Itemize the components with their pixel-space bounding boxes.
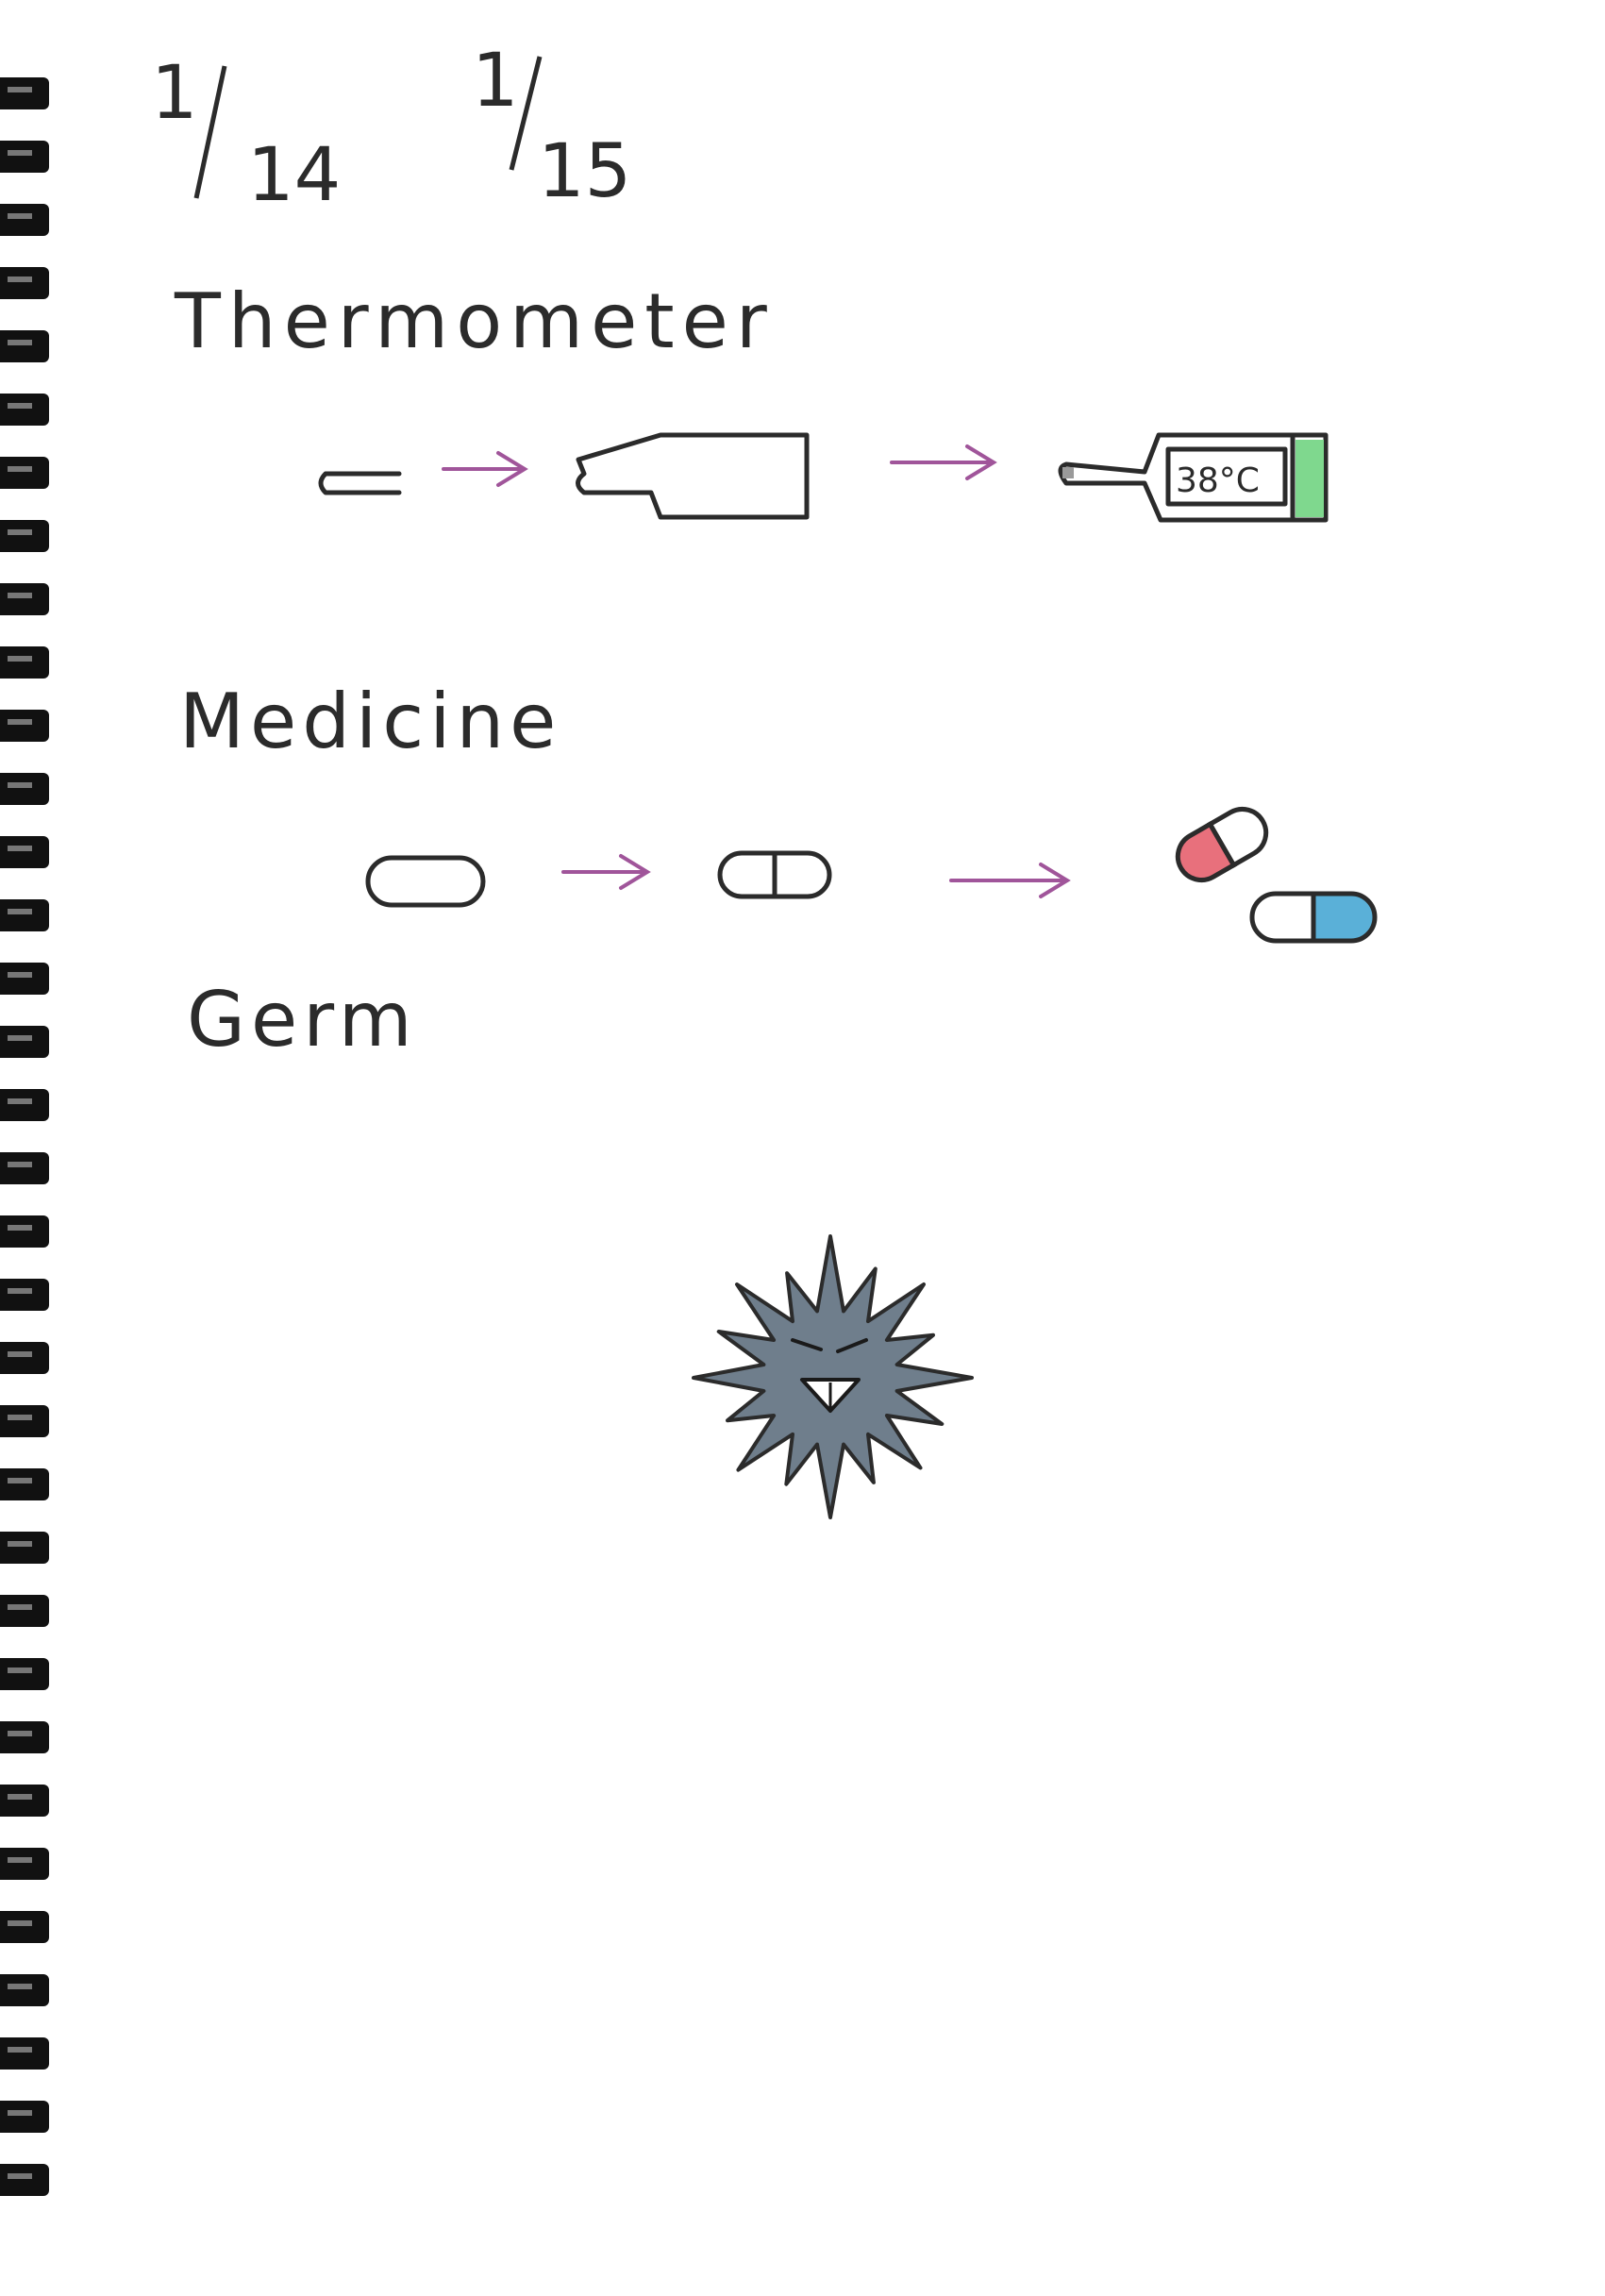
thermometer-reading: 38°C <box>1176 461 1260 500</box>
arrow-right-icon <box>442 451 528 487</box>
date-1-14: 1 14 <box>151 51 341 218</box>
thermometer-tip <box>1062 467 1074 478</box>
germ-heading: Germ <box>187 976 418 1064</box>
arrow-right-icon <box>949 863 1071 898</box>
medicine-heading: Medicine <box>179 678 561 765</box>
thermometer-step-2-icon <box>576 432 810 520</box>
capsule-icon <box>1175 807 1269 882</box>
thermometer-heading: Thermometer <box>174 277 775 365</box>
pill-step-2-icon <box>717 850 832 899</box>
sketch-canvas: 1 14 1 15 Thermometer 38°C Medicine Germ <box>151 39 1378 1519</box>
germ-body <box>692 1234 974 1519</box>
notebook-page: 1 14 1 15 Thermometer 38°C Medicine Germ <box>0 0 1605 2296</box>
date-2-denominator: 15 <box>538 129 631 214</box>
date-2-numerator: 1 <box>472 39 519 124</box>
thermometer-step-1-icon <box>318 471 402 495</box>
date-1-numerator: 1 <box>151 51 198 136</box>
thermometer-end-color <box>1296 440 1324 517</box>
medicine-sequence <box>365 807 1378 944</box>
thermometer-sequence: 38°C <box>318 432 1329 523</box>
capsule-icon <box>1249 891 1378 944</box>
date-1-denominator: 14 <box>247 133 341 218</box>
germ-icon <box>692 1234 974 1519</box>
arrow-right-icon <box>561 854 651 890</box>
date-1-slash <box>193 65 227 199</box>
date-1-15: 1 15 <box>472 39 631 214</box>
arrow-right-icon <box>890 444 997 480</box>
thermometer-arrows <box>442 444 997 487</box>
medicine-arrows <box>561 854 1071 898</box>
pill-step-1-icon <box>365 855 486 908</box>
